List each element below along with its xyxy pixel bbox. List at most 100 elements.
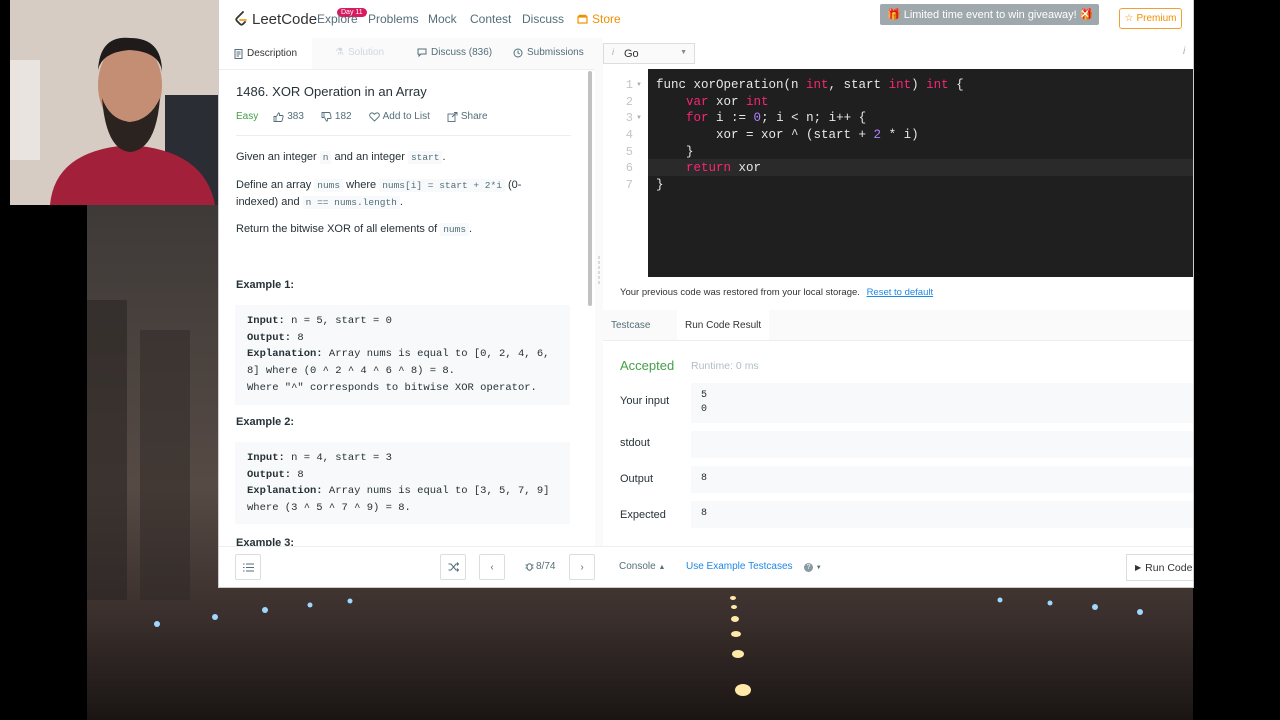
dislike-button[interactable]: 182 [321, 111, 352, 122]
description-paragraph-2: Define an array nums where nums[i] = sta… [236, 177, 556, 211]
question-icon: ? [804, 563, 813, 572]
explanation-text: 8] where (0 ^ 2 ^ 4 ^ 6 ^ 8) = 8. [247, 365, 455, 378]
use-example-testcases-link[interactable]: Use Example Testcases [686, 561, 793, 572]
add-to-list-label: Add to List [382, 111, 430, 122]
nav-discuss[interactable]: Discuss [522, 12, 564, 26]
language-select[interactable]: i Go ▼ [603, 43, 695, 64]
nav-explore[interactable]: Explore [317, 12, 358, 26]
fold-arrow-icon[interactable]: ▼ [636, 115, 642, 121]
restored-notice: Your previous code was restored from you… [620, 287, 933, 298]
line-number: 1 [625, 78, 633, 92]
clock-icon [513, 48, 523, 57]
code-line: return xor [656, 161, 761, 175]
close-icon[interactable]: ✕ [1080, 7, 1090, 21]
your-input-box: 5 0 [691, 383, 1193, 423]
bottom-toolbar: ‹ 8/74 › Console ▲ Use Example Testcases… [219, 546, 1193, 587]
code-line: for i := 0; i < n; i++ { [656, 111, 866, 125]
random-problem-button[interactable] [440, 554, 466, 580]
webcam-overlay [10, 0, 218, 205]
promo-banner[interactable]: 🎁 Limited time event to win giveaway! 🎁 … [880, 4, 1099, 25]
runtime-value: Runtime: 0 ms [691, 360, 759, 372]
chevron-left-icon: ‹ [490, 561, 494, 573]
tab-description-label: Description [246, 48, 298, 59]
explanation-label: Explanation: [247, 485, 323, 498]
text-span: Given an integer [236, 151, 317, 163]
chevron-right-icon: › [580, 561, 584, 573]
code-editor[interactable]: 1 ▼ 2 3 ▼ 4 5 6 7 func xorOperation(n in… [603, 69, 1193, 277]
tab-description[interactable]: Description [219, 38, 312, 69]
like-button[interactable]: 383 [273, 111, 304, 122]
promo-text: Limited time event to win giveaway! [903, 8, 1077, 21]
nav-problems[interactable]: Problems [368, 12, 419, 26]
console-label: Console [619, 561, 656, 572]
output-label: Output: [247, 331, 292, 344]
editor-pane: i Go ▼ i 1 ▼ 2 3 ▼ 4 5 6 7 func xorOpera… [603, 38, 1193, 546]
output-value: 8 [291, 331, 304, 344]
code-token: 0 [753, 111, 762, 125]
run-code-button[interactable]: ▶ Run Code [1126, 554, 1193, 581]
divider [236, 135, 571, 136]
thumbs-down-icon [321, 111, 332, 122]
share-button[interactable]: Share [447, 111, 488, 122]
explanation-text: where (3 ^ 5 ^ 7 ^ 9) = 8. [247, 502, 411, 515]
code-line: var xor int [656, 95, 769, 109]
add-to-list-button[interactable]: Add to List [368, 111, 430, 122]
console-toggle[interactable]: Console ▲ [619, 561, 665, 572]
tab-discuss-label: Discuss (836) [431, 47, 493, 58]
top-navbar: LeetCode Day 11 Explore Problems Mock Co… [219, 0, 1193, 39]
line-number: 5 [625, 145, 633, 159]
problem-list-button[interactable] [235, 554, 261, 580]
code-token: int [806, 78, 829, 92]
example-2-box: Input: n = 4, start = 3 Output: 8 Explan… [235, 442, 570, 524]
code-token: { [948, 78, 964, 92]
tab-testcase[interactable]: Testcase [603, 310, 658, 340]
previous-button[interactable]: ‹ [479, 554, 505, 580]
input-value: n = 5, start = 0 [284, 315, 392, 327]
leetcode-logo[interactable]: LeetCode [234, 9, 317, 29]
info-icon[interactable]: i [1183, 46, 1185, 57]
tab-solution[interactable]: ⚗ Solution [335, 47, 384, 58]
description-pane: Description ⚗ Solution Discuss (836) Sub… [219, 38, 595, 546]
fold-arrow-icon[interactable]: ▼ [636, 82, 642, 88]
output-box: 8 [691, 466, 1193, 493]
your-input-label: Your input [620, 395, 670, 407]
inline-code: nums[i] = start + 2*i [379, 179, 505, 192]
description-scrollbar[interactable] [588, 71, 592, 306]
leetcode-window: LeetCode Day 11 Explore Problems Mock Co… [219, 0, 1193, 587]
nav-store[interactable]: Store [577, 12, 621, 26]
next-button[interactable]: › [569, 554, 595, 580]
restored-text: Your previous code was restored from you… [620, 287, 860, 298]
premium-button[interactable]: ☆ Premium [1119, 8, 1182, 29]
tab-submissions[interactable]: Submissions [513, 47, 584, 58]
comment-icon [417, 48, 427, 57]
explanation-label: Explanation: [247, 348, 323, 361]
premium-label: Premium [1136, 13, 1177, 24]
code-line: } [656, 145, 694, 159]
tab-run-code-result[interactable]: Run Code Result [677, 310, 770, 340]
tab-submissions-label: Submissions [527, 47, 584, 58]
problem-pager[interactable]: 8/74 [525, 561, 555, 572]
help-button[interactable]: ? ▼ [804, 561, 822, 572]
pane-resize-handle[interactable] [595, 38, 603, 546]
code-token: int [926, 78, 949, 92]
code-token: , start [828, 78, 889, 92]
reset-to-default-link[interactable]: Reset to default [867, 287, 934, 298]
inline-code: nums [440, 223, 470, 236]
line-number: 7 [625, 178, 633, 192]
code-area[interactable]: func xorOperation(n int, start int) int … [648, 69, 1193, 277]
problem-meta: Easy 383 182 Add to List Share [236, 111, 498, 122]
tab-discuss[interactable]: Discuss (836) [417, 47, 492, 58]
code-token: int [888, 78, 912, 92]
expected-box: 8 [691, 501, 1193, 528]
share-icon [447, 111, 458, 122]
flask-icon: ⚗ [335, 47, 344, 58]
nav-mock[interactable]: Mock [428, 12, 457, 26]
expected-label: Expected [620, 509, 666, 521]
code-token: xor = xor ^ (start + [656, 128, 874, 142]
text-span: . [469, 223, 473, 235]
star-icon: ☆ [1124, 13, 1134, 24]
list-icon [242, 563, 254, 571]
nav-contest[interactable]: Contest [470, 12, 511, 26]
output-value: 8 [291, 468, 304, 481]
